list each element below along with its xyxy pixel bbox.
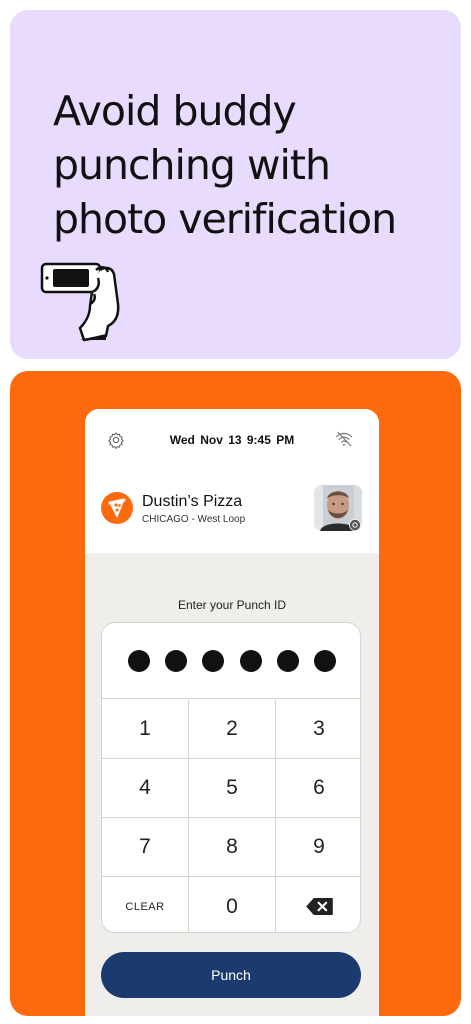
clear-button[interactable]: CLEAR: [102, 877, 189, 932]
pizza-slice-icon: [101, 492, 133, 524]
wifi-off-icon: [335, 431, 353, 447]
key-2[interactable]: 2: [189, 700, 276, 759]
headline-line-3: photo verification: [53, 195, 397, 243]
promo-card: Avoid buddy punching with photo verifica…: [10, 10, 461, 359]
promo-headline: Avoid buddy punching with photo verifica…: [53, 84, 453, 246]
key-5[interactable]: 5: [189, 759, 276, 818]
pin-dot: [314, 650, 336, 672]
key-6[interactable]: 6: [276, 759, 360, 818]
camera-icon: [349, 519, 361, 531]
punch-button[interactable]: Punch: [101, 952, 361, 998]
punch-id-label: Enter your Punch ID: [177, 598, 287, 612]
pin-dot: [165, 650, 187, 672]
backspace-icon: [305, 897, 333, 916]
pin-keypad: 1 2 3 4 5 6 7 8 9 CLEAR 0: [101, 622, 361, 933]
hand-holding-phone-icon: [40, 262, 120, 342]
tablet-screen: Wed Nov 13 9:45 PM Dustin’s Pizza CHICAG: [85, 409, 379, 1016]
employee-photo[interactable]: [314, 485, 362, 531]
key-4[interactable]: 4: [102, 759, 189, 818]
key-0[interactable]: 0: [189, 877, 276, 932]
pin-dot: [128, 650, 150, 672]
key-1[interactable]: 1: [102, 700, 189, 759]
key-3[interactable]: 3: [276, 700, 360, 759]
pin-dots: [102, 623, 360, 699]
backspace-button[interactable]: [276, 877, 360, 932]
key-9[interactable]: 9: [276, 818, 360, 877]
store-location: CHICAGO - West Loop: [142, 514, 246, 525]
store-name: Dustin’s Pizza: [142, 493, 243, 510]
device-showcase: Wed Nov 13 9:45 PM Dustin’s Pizza CHICAG: [10, 371, 461, 1016]
headline-line-2: punching with: [53, 141, 331, 189]
pin-dot: [202, 650, 224, 672]
headline-line-1: Avoid buddy: [53, 87, 297, 135]
key-8[interactable]: 8: [189, 818, 276, 877]
key-7[interactable]: 7: [102, 818, 189, 877]
header-panel: Wed Nov 13 9:45 PM Dustin’s Pizza CHICAG: [85, 409, 379, 553]
pin-dot: [240, 650, 262, 672]
pin-dot: [277, 650, 299, 672]
